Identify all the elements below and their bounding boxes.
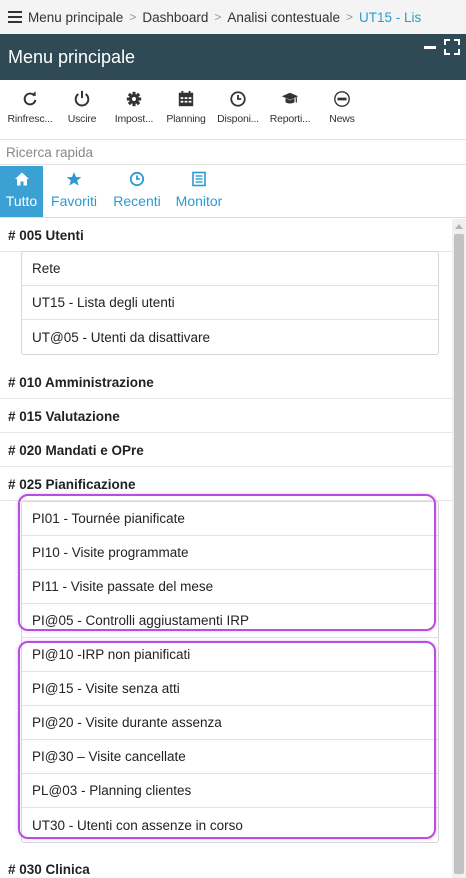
menu-item[interactable]: PI@30 – Visite cancellate [22, 740, 438, 774]
menu-tabs: Tutto Favoriti Recenti Monitor [0, 166, 466, 218]
tab-monitor[interactable]: Monitor [169, 166, 229, 217]
breadcrumb-item-menu[interactable]: Menu principale [28, 10, 123, 25]
planning-label: Planning [166, 113, 206, 125]
gear-icon [126, 91, 142, 107]
breadcrumb-separator: > [345, 10, 353, 24]
home-icon [14, 172, 29, 186]
settings-label: Impost... [114, 113, 154, 125]
logout-label: Uscire [67, 113, 97, 125]
menu-item[interactable]: Rete [22, 252, 438, 286]
clock-icon [230, 91, 246, 107]
breadcrumb-item-analysis[interactable]: Analisi contestuale [227, 10, 340, 25]
group-header-020[interactable]: # 020 Mandati e OPre [0, 434, 452, 467]
group-025-items: PI01 - Tournée pianificate PI10 - Visite… [21, 501, 439, 843]
breadcrumb-item-dashboard[interactable]: Dashboard [142, 10, 208, 25]
news-label: News [329, 113, 355, 125]
tab-recent[interactable]: Recenti [105, 166, 169, 217]
refresh-button[interactable]: Rinfresc... [4, 80, 56, 139]
menu-item[interactable]: PI01 - Tournée pianificate [22, 502, 438, 536]
group-header-030[interactable]: # 030 Clinica [0, 853, 452, 878]
menu-item[interactable]: PI@05 - Controlli aggiustamenti IRP [22, 604, 438, 638]
tab-favorites-label: Favoriti [51, 193, 97, 209]
power-icon [74, 90, 90, 107]
menu-item[interactable]: PL@03 - Planning clientes [22, 774, 438, 808]
tab-monitor-label: Monitor [175, 193, 223, 209]
window-title: Menu principale [8, 46, 136, 67]
planning-button[interactable]: Planning [160, 80, 212, 139]
breadcrumb-item-current[interactable]: UT15 - Lis [359, 10, 421, 25]
hamburger-menu-icon[interactable] [8, 11, 22, 23]
menu-item[interactable]: PI11 - Visite passate del mese [22, 570, 438, 604]
availability-label: Disponi... [217, 113, 259, 125]
star-icon [66, 172, 82, 186]
group-header-025[interactable]: # 025 Pianificazione [0, 468, 452, 501]
refresh-icon [23, 91, 37, 106]
clock-icon [129, 171, 145, 187]
news-icon [334, 91, 350, 107]
menu-item[interactable]: PI10 - Visite programmate [22, 536, 438, 570]
availability-button[interactable]: Disponi... [212, 80, 264, 139]
group-005-items: Rete UT15 - Lista degli utenti UT@05 - U… [21, 251, 439, 355]
group-header-015[interactable]: # 015 Valutazione [0, 400, 452, 433]
group-header-005[interactable]: # 005 Utenti [0, 219, 452, 252]
menu-item[interactable]: UT15 - Lista degli utenti [22, 286, 438, 320]
scrollbar-thumb[interactable] [454, 234, 464, 874]
search-input[interactable] [0, 141, 466, 165]
reports-button[interactable]: Reporti... [264, 80, 316, 139]
menu-item[interactable]: PI@10 -IRP non pianificati [22, 638, 438, 672]
tab-all[interactable]: Tutto [0, 166, 43, 217]
graduation-cap-icon [281, 92, 299, 104]
list-icon [192, 171, 206, 187]
toolbar: Rinfresc... Uscire Impost... Planning Di… [0, 80, 466, 140]
breadcrumb-separator: > [214, 10, 222, 24]
scroll-up-arrow-icon[interactable] [455, 224, 463, 229]
tab-all-label: Tutto [5, 193, 38, 209]
news-button[interactable]: News [316, 80, 368, 139]
menu-item[interactable]: PI@15 - Visite senza atti [22, 672, 438, 706]
reports-label: Reporti... [269, 113, 311, 125]
breadcrumb: Menu principale > Dashboard > Analisi co… [0, 0, 466, 34]
group-header-010[interactable]: # 010 Amministrazione [0, 366, 452, 399]
tab-recent-label: Recenti [113, 193, 161, 209]
minimize-icon[interactable] [424, 46, 436, 49]
settings-button[interactable]: Impost... [108, 80, 160, 139]
menu-list[interactable]: # 005 Utenti Rete UT15 - Lista degli ute… [0, 219, 466, 878]
maximize-icon[interactable] [444, 39, 460, 55]
calendar-icon [178, 90, 194, 107]
menu-item[interactable]: UT@05 - Utenti da disattivare [22, 320, 438, 354]
menu-window-header: Menu principale [0, 34, 466, 80]
menu-item[interactable]: UT30 - Utenti con assenze in corso [22, 808, 438, 842]
logout-button[interactable]: Uscire [56, 80, 108, 139]
menu-item[interactable]: PI@20 - Visite durante assenza [22, 706, 438, 740]
tab-favorites[interactable]: Favoriti [43, 166, 105, 217]
refresh-label: Rinfresc... [7, 113, 53, 125]
breadcrumb-separator: > [129, 10, 137, 24]
